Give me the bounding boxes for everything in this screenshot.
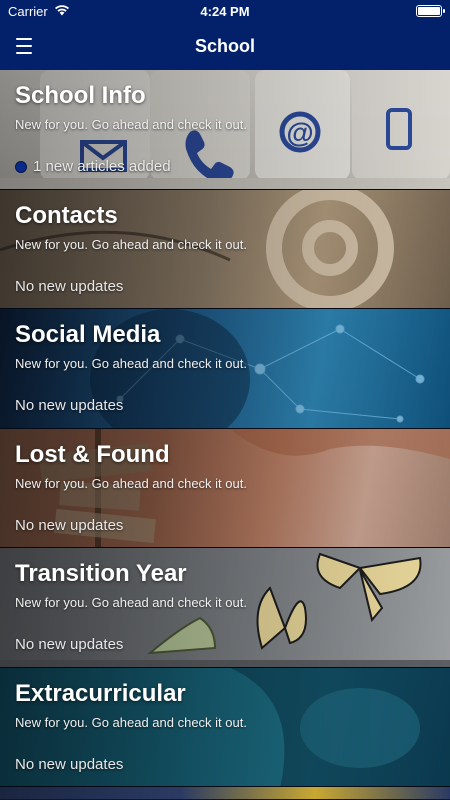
battery-fill bbox=[418, 7, 440, 15]
new-indicator-dot bbox=[15, 160, 27, 173]
status-left: Carrier bbox=[8, 4, 70, 19]
card-subtitle: New for you. Go ahead and check it out. bbox=[15, 595, 247, 610]
status-bar: Carrier 4:24 PM bbox=[0, 0, 450, 22]
card-status: No new updates bbox=[15, 636, 123, 653]
card-status-text: 1 new articles added bbox=[33, 158, 171, 175]
card-extracurricular[interactable]: Extracurricular New for you. Go ahead an… bbox=[0, 667, 450, 787]
navigation-bar: School bbox=[0, 22, 450, 70]
card-school-info[interactable]: @ School Info New for you. Go ahead and … bbox=[0, 70, 450, 190]
next-card-peek bbox=[0, 787, 450, 799]
category-list: @ School Info New for you. Go ahead and … bbox=[0, 70, 450, 800]
card-title: School Info bbox=[15, 82, 146, 109]
card-status-text: No new updates bbox=[15, 516, 124, 534]
card-transition-year[interactable]: Transition Year New for you. Go ahead an… bbox=[0, 548, 450, 668]
card-subtitle: New for you. Go ahead and check it out. bbox=[15, 356, 247, 371]
card-status-text: No new updates bbox=[15, 636, 124, 653]
carrier-label: Carrier bbox=[8, 3, 48, 19]
card-status: No new updates bbox=[15, 397, 123, 414]
page-title: School bbox=[194, 35, 255, 56]
card-title: Lost & Found bbox=[15, 440, 170, 468]
card-status-text: No new updates bbox=[15, 277, 124, 295]
card-status: No new updates bbox=[15, 517, 123, 534]
card-status: 1 new articles added bbox=[15, 158, 171, 175]
card-subtitle: New for you. Go ahead and check it out. bbox=[15, 714, 247, 730]
card-subtitle: New for you. Go ahead and check it out. bbox=[15, 475, 247, 491]
card-status: No new updates bbox=[15, 756, 123, 773]
card-contacts[interactable]: Contacts New for you. Go ahead and check… bbox=[0, 189, 450, 309]
hamburger-menu-icon[interactable] bbox=[16, 34, 42, 58]
card-lost-and-found[interactable]: Lost & Found New for you. Go ahead and c… bbox=[0, 428, 450, 548]
battery-icon bbox=[416, 5, 445, 17]
card-social-media[interactable]: Social Media New for you. Go ahead and c… bbox=[0, 309, 450, 429]
card-status: No new updates bbox=[15, 278, 123, 295]
card-title: Extracurricular bbox=[15, 679, 186, 707]
card-status-text: No new updates bbox=[15, 397, 124, 414]
wifi-icon bbox=[54, 4, 70, 19]
card-subtitle: New for you. Go ahead and check it out. bbox=[15, 236, 247, 252]
card-title: Contacts bbox=[15, 201, 118, 229]
card-title: Social Media bbox=[15, 321, 161, 348]
card-title: Transition Year bbox=[15, 560, 187, 587]
card-subtitle: New for you. Go ahead and check it out. bbox=[15, 117, 247, 132]
card-status-text: No new updates bbox=[15, 755, 124, 773]
